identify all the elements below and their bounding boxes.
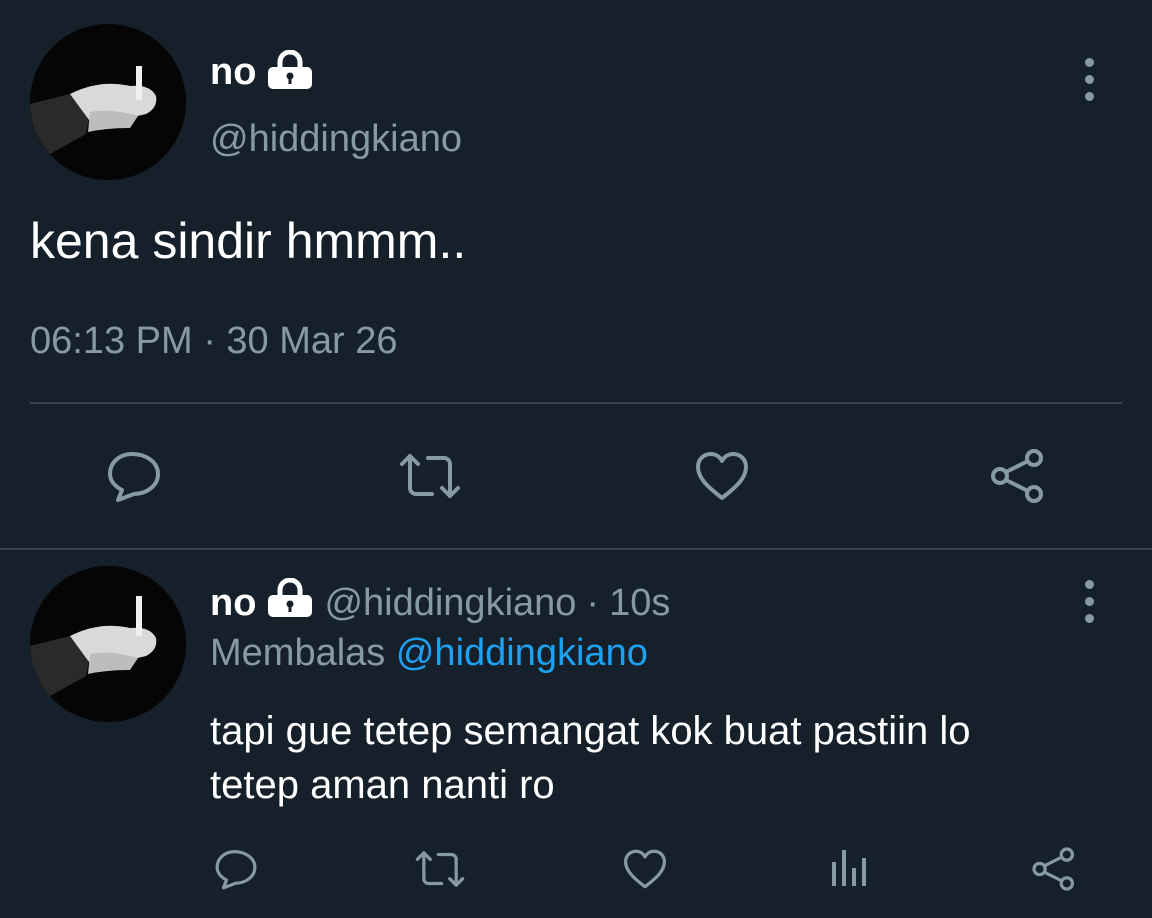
share-icon[interactable] <box>1030 846 1078 892</box>
reply-icon[interactable] <box>106 450 162 502</box>
like-icon[interactable] <box>694 450 750 502</box>
replying-to-label: Membalas <box>210 632 386 674</box>
analytics-icon[interactable] <box>828 846 872 890</box>
avatar[interactable] <box>30 24 186 180</box>
replying-to-handle[interactable]: @hiddingkiano <box>396 632 648 674</box>
divider <box>30 402 1122 404</box>
reply-icon[interactable] <box>214 848 258 890</box>
author-handle[interactable]: @hiddingkiano <box>324 582 576 625</box>
retweet-icon[interactable] <box>414 848 466 890</box>
reply-text-line: tapi gue tetep semangat kok buat pastiin… <box>210 709 971 753</box>
lock-icon <box>266 577 314 628</box>
retweet-icon[interactable] <box>398 450 462 502</box>
divider <box>0 548 1152 550</box>
avatar[interactable] <box>30 566 186 722</box>
reply-text-line: tetep aman nanti ro <box>210 763 555 807</box>
author-handle[interactable]: @hiddingkiano <box>210 118 462 161</box>
more-options-icon[interactable] <box>1082 580 1096 623</box>
tweet-text: kena sindir hmmm.. <box>30 213 467 269</box>
tweet-age[interactable]: 10s <box>609 582 670 625</box>
more-options-icon[interactable] <box>1082 58 1096 101</box>
separator-dot: · <box>586 581 600 624</box>
tweet-timestamp[interactable]: 06:13 PM · 30 Mar 26 <box>30 320 398 363</box>
reply-text: tapi gue tetep semangat kok buat pastiin… <box>210 704 971 812</box>
share-icon[interactable] <box>988 448 1048 504</box>
author-display-name[interactable]: no <box>210 51 256 94</box>
author-display-name[interactable]: no <box>210 582 256 625</box>
lock-icon <box>266 49 314 95</box>
like-icon[interactable] <box>622 848 668 890</box>
